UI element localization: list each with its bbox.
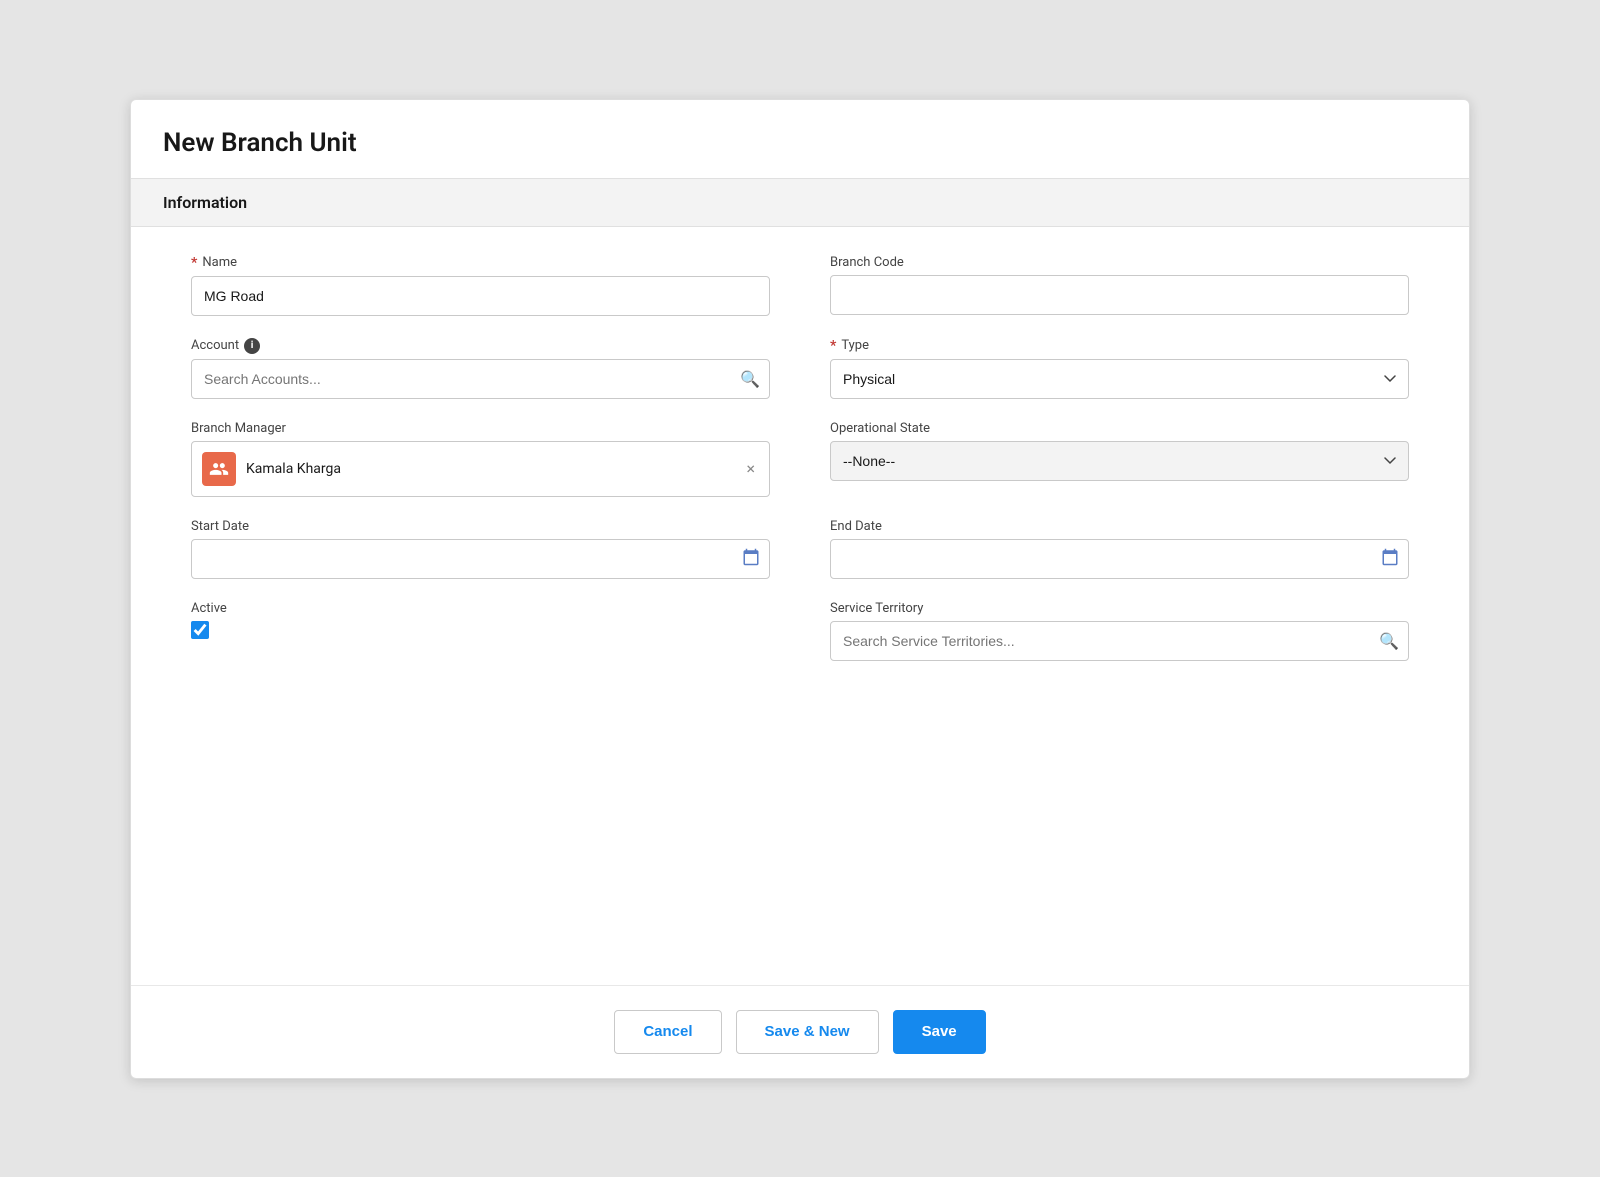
branch-manager-field-group: Branch Manager Kamala Kharga × (191, 421, 770, 497)
modal-container: New Branch Unit Information * Name Branc… (130, 99, 1470, 1079)
account-search-wrapper: 🔍 (191, 359, 770, 399)
modal-footer: Cancel Save & New Save (131, 985, 1469, 1078)
branch-manager-label: Branch Manager (191, 421, 770, 436)
type-select[interactable]: Physical Virtual Mobile (830, 359, 1409, 399)
start-date-input[interactable] (191, 539, 770, 579)
manager-clear-icon[interactable]: × (742, 455, 759, 482)
branch-code-label: Branch Code (830, 255, 1409, 270)
section-header: Information (131, 179, 1469, 227)
operational-state-select[interactable]: --None-- Active Inactive Closed (830, 441, 1409, 481)
start-date-field-group: Start Date (191, 519, 770, 579)
section-label: Information (163, 193, 1437, 212)
branch-code-input[interactable] (830, 275, 1409, 315)
operational-state-label: Operational State (830, 421, 1409, 436)
active-checkbox[interactable] (191, 621, 209, 639)
name-input[interactable] (191, 276, 770, 316)
branch-manager-wrapper: Kamala Kharga × (191, 441, 770, 497)
manager-avatar (202, 452, 236, 486)
form-body: * Name Branch Code Account i (131, 227, 1469, 985)
service-territory-field-group: Service Territory 🔍 (830, 601, 1409, 661)
type-required-star: * (830, 338, 836, 354)
save-button[interactable]: Save (893, 1010, 986, 1054)
active-label: Active (191, 601, 770, 616)
name-label: * Name (191, 255, 770, 271)
save-new-button[interactable]: Save & New (736, 1010, 879, 1054)
type-label: * Type (830, 338, 1409, 354)
manager-name: Kamala Kharga (246, 461, 742, 477)
type-field-group: * Type Physical Virtual Mobile (830, 338, 1409, 399)
cancel-button[interactable]: Cancel (614, 1010, 721, 1054)
page-title: New Branch Unit (163, 128, 1437, 158)
start-date-label: Start Date (191, 519, 770, 534)
start-date-wrapper (191, 539, 770, 579)
end-date-field-group: End Date (830, 519, 1409, 579)
active-field-group: Active (191, 601, 770, 661)
name-field-group: * Name (191, 255, 770, 316)
account-label: Account i (191, 338, 770, 354)
end-date-input[interactable] (830, 539, 1409, 579)
manager-avatar-icon (209, 459, 229, 479)
end-date-label: End Date (830, 519, 1409, 534)
form-grid: * Name Branch Code Account i (191, 255, 1409, 683)
end-date-wrapper (830, 539, 1409, 579)
modal-title-area: New Branch Unit (131, 100, 1469, 179)
service-territory-search-wrapper: 🔍 (830, 621, 1409, 661)
service-territory-label: Service Territory (830, 601, 1409, 616)
account-search-input[interactable] (191, 359, 770, 399)
account-info-icon[interactable]: i (244, 338, 260, 354)
branch-code-field-group: Branch Code (830, 255, 1409, 316)
account-field-group: Account i 🔍 (191, 338, 770, 399)
name-required-star: * (191, 255, 197, 271)
active-checkbox-wrapper (191, 621, 770, 639)
service-territory-search-input[interactable] (830, 621, 1409, 661)
operational-state-field-group: Operational State --None-- Active Inacti… (830, 421, 1409, 497)
